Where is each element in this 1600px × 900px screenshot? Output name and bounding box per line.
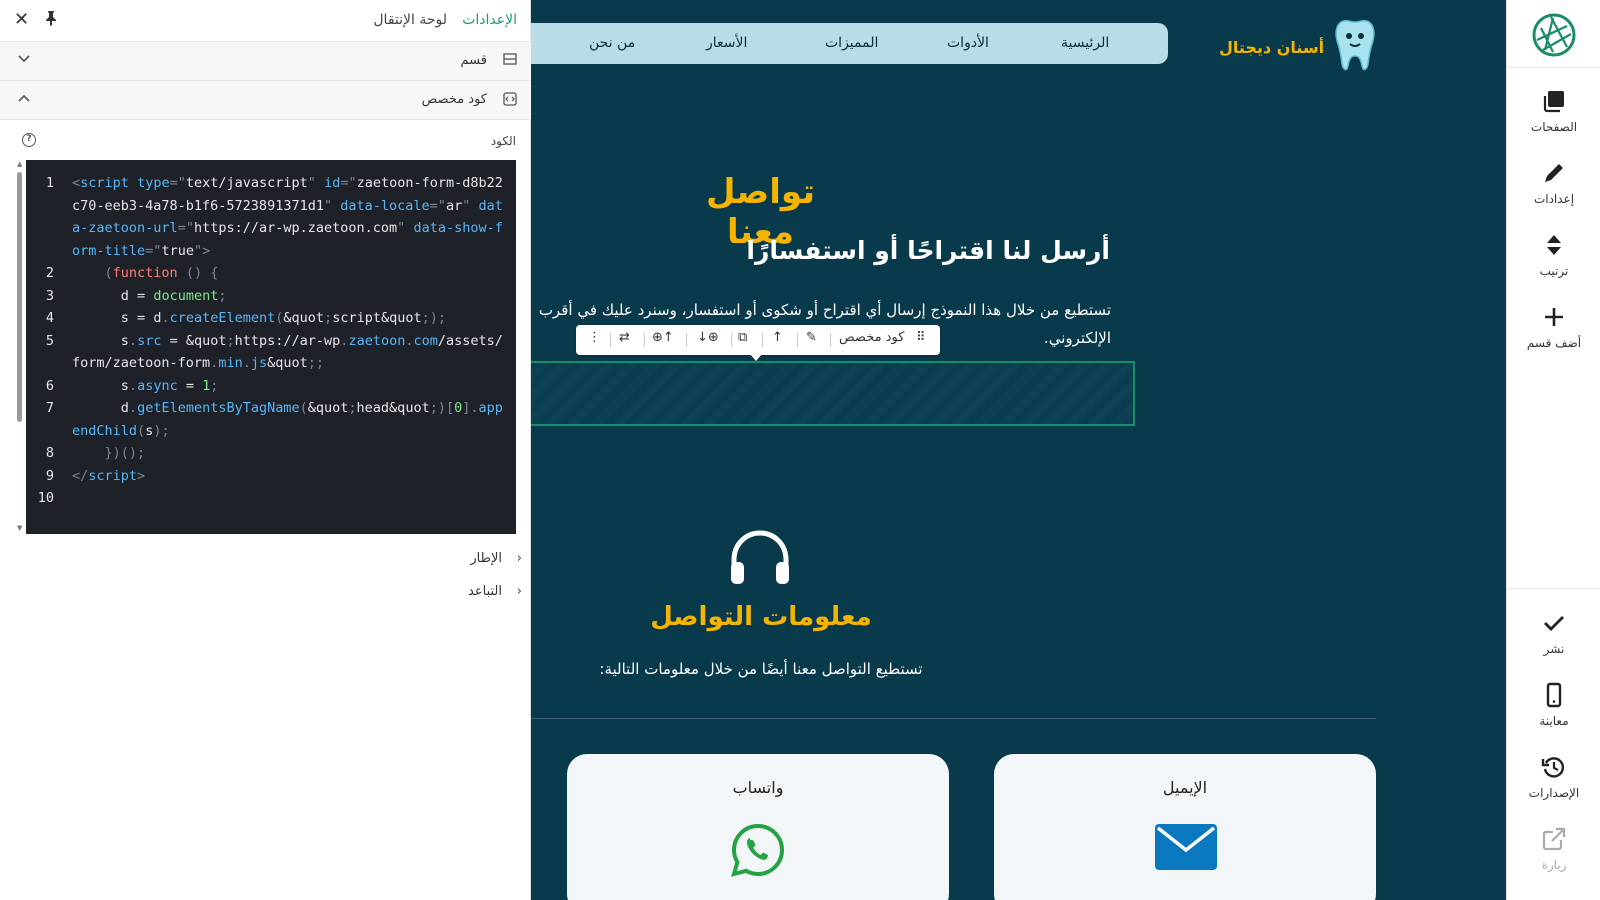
form-description-line1: تستطيع من خلال هذا النموذج إرسال أي اقتر…: [538, 301, 1111, 319]
app-logo-icon[interactable]: [1531, 12, 1577, 58]
editor-scrollbar[interactable]: [17, 172, 22, 422]
element-toolbar: ⋮ ⇄ ⊕↑ ↓⊕ ⧉ ↑ ✎ كود مخصص ⠿: [576, 325, 940, 361]
tab-settings[interactable]: الإعدادات: [462, 12, 517, 28]
sidebar-item-order-label: ترتيب: [1539, 264, 1569, 278]
scroll-down-arrow[interactable]: ▼: [17, 524, 22, 532]
code-editor[interactable]: 1 <script type="text/javascript" id="zaet…: [26, 160, 516, 534]
accordion-section-label: قسم: [460, 53, 487, 68]
pin-icon[interactable]: [44, 10, 58, 30]
option-frame-label: الإطار: [470, 551, 502, 566]
contact-info-description: تستطيع التواصل معنا أيضًا من خلال معلوما…: [599, 660, 923, 678]
mobile-icon: [1546, 682, 1562, 708]
sidebar-item-order[interactable]: ترتيب: [1507, 232, 1600, 278]
code-icon: [503, 92, 517, 106]
sidebar-item-settings-label: إعدادات: [1533, 192, 1575, 206]
sidebar-item-versions[interactable]: الإصدارات: [1507, 754, 1600, 800]
send-heading: أرسل لنا اقتراحًا أو استفسارًا: [746, 236, 1110, 265]
option-spacing-label: التباعد: [468, 584, 502, 599]
sidebar-item-publish-label: نشر: [1543, 642, 1565, 656]
tab-navigator[interactable]: لوحة الإنتقال: [373, 12, 447, 28]
page-canvas: الرئيسية الأدوات المميزات الأسعار من نحن…: [531, 0, 1506, 900]
contact-info-heading: معلومات التواصل: [650, 602, 872, 632]
external-link-icon: [1542, 827, 1566, 851]
whatsapp-card-title: واتساب: [732, 778, 784, 797]
whatsapp-card[interactable]: واتساب: [567, 754, 949, 900]
accordion-custom-code[interactable]: كود مخصص: [0, 81, 531, 120]
sidebar-item-pages[interactable]: الصفحات: [1507, 88, 1600, 134]
section-divider: [531, 718, 1376, 719]
close-icon[interactable]: ✕: [14, 9, 29, 30]
settings-panel: ✕ لوحة الإنتقال الإعدادات قسم كود مخصص ?…: [0, 0, 531, 900]
pages-icon: [1543, 91, 1564, 113]
sidebar-item-visit-label: زيارة: [1541, 858, 1567, 872]
duplicate-icon[interactable]: ⧉: [738, 330, 747, 345]
replace-icon[interactable]: ⇄: [619, 330, 630, 345]
nav-pricing[interactable]: الأسعار: [706, 35, 747, 51]
help-icon[interactable]: ?: [22, 133, 36, 147]
nav-features[interactable]: المميزات: [825, 35, 878, 51]
nav-tools[interactable]: الأدوات: [947, 35, 989, 51]
sidebar-item-preview-label: معاينة: [1539, 714, 1569, 728]
accordion-section[interactable]: قسم: [0, 42, 531, 81]
whatsapp-icon: [731, 823, 785, 877]
edit-icon[interactable]: ✎: [806, 330, 817, 345]
right-sidebar: الصفحات إعدادات ترتيب أضف قسم نشر معاينة…: [1506, 0, 1600, 900]
sidebar-item-versions-label: الإصدارات: [1528, 786, 1580, 800]
plus-icon: [1545, 308, 1563, 326]
nav-about[interactable]: من نحن: [589, 35, 635, 51]
move-up-icon[interactable]: ↑: [772, 330, 783, 345]
checkmark-icon: [1544, 616, 1564, 631]
more-options-icon[interactable]: ⋮: [588, 330, 601, 345]
form-description-line2: الإلكتروني.: [1043, 329, 1111, 347]
tooth-logo-icon: [1335, 19, 1375, 71]
accordion-custom-code-label: كود مخصص: [421, 92, 487, 107]
add-below-icon[interactable]: ↓⊕: [697, 330, 719, 345]
sort-icon: [1547, 235, 1561, 255]
email-card[interactable]: الإيميل: [994, 754, 1376, 900]
sidebar-item-visit[interactable]: زيارة: [1507, 826, 1600, 872]
chevron-right-icon: ›: [516, 551, 522, 566]
add-above-icon[interactable]: ⊕↑: [652, 330, 674, 345]
panel-header: ✕ لوحة الإنتقال الإعدادات: [0, 0, 531, 42]
custom-code-placeholder[interactable]: [531, 361, 1135, 426]
drag-handle-icon[interactable]: ⠿: [916, 330, 926, 345]
headphones-icon: [731, 530, 789, 584]
sidebar-item-add-section[interactable]: أضف قسم: [1507, 304, 1600, 350]
scroll-up-arrow[interactable]: ▲: [17, 160, 22, 168]
chevron-down-icon: [18, 52, 30, 67]
section-icon: [503, 53, 517, 67]
history-icon: [1541, 757, 1565, 778]
sidebar-item-add-section-label: أضف قسم: [1526, 336, 1582, 350]
nav-home[interactable]: الرئيسية: [1061, 35, 1109, 51]
brand-name[interactable]: أسنان ديجتال: [1219, 38, 1324, 57]
toolbar-element-label: كود مخصص: [839, 330, 905, 345]
option-spacing[interactable]: التباعد ›: [468, 584, 522, 599]
pencil-icon: [1545, 164, 1563, 182]
chevron-right-icon: ›: [516, 584, 522, 599]
sidebar-item-pages-label: الصفحات: [1530, 120, 1578, 134]
sidebar-item-settings[interactable]: إعدادات: [1507, 160, 1600, 206]
code-field-label: الكود: [490, 134, 516, 148]
option-frame[interactable]: الإطار ›: [470, 551, 522, 566]
sidebar-item-preview[interactable]: معاينة: [1507, 682, 1600, 728]
envelope-icon: [1155, 824, 1217, 870]
chevron-up-icon: [18, 91, 30, 106]
email-card-title: الإيميل: [1162, 778, 1208, 797]
site-navbar: الرئيسية الأدوات المميزات الأسعار من نحن: [531, 23, 1168, 64]
sidebar-item-publish[interactable]: نشر: [1507, 610, 1600, 656]
